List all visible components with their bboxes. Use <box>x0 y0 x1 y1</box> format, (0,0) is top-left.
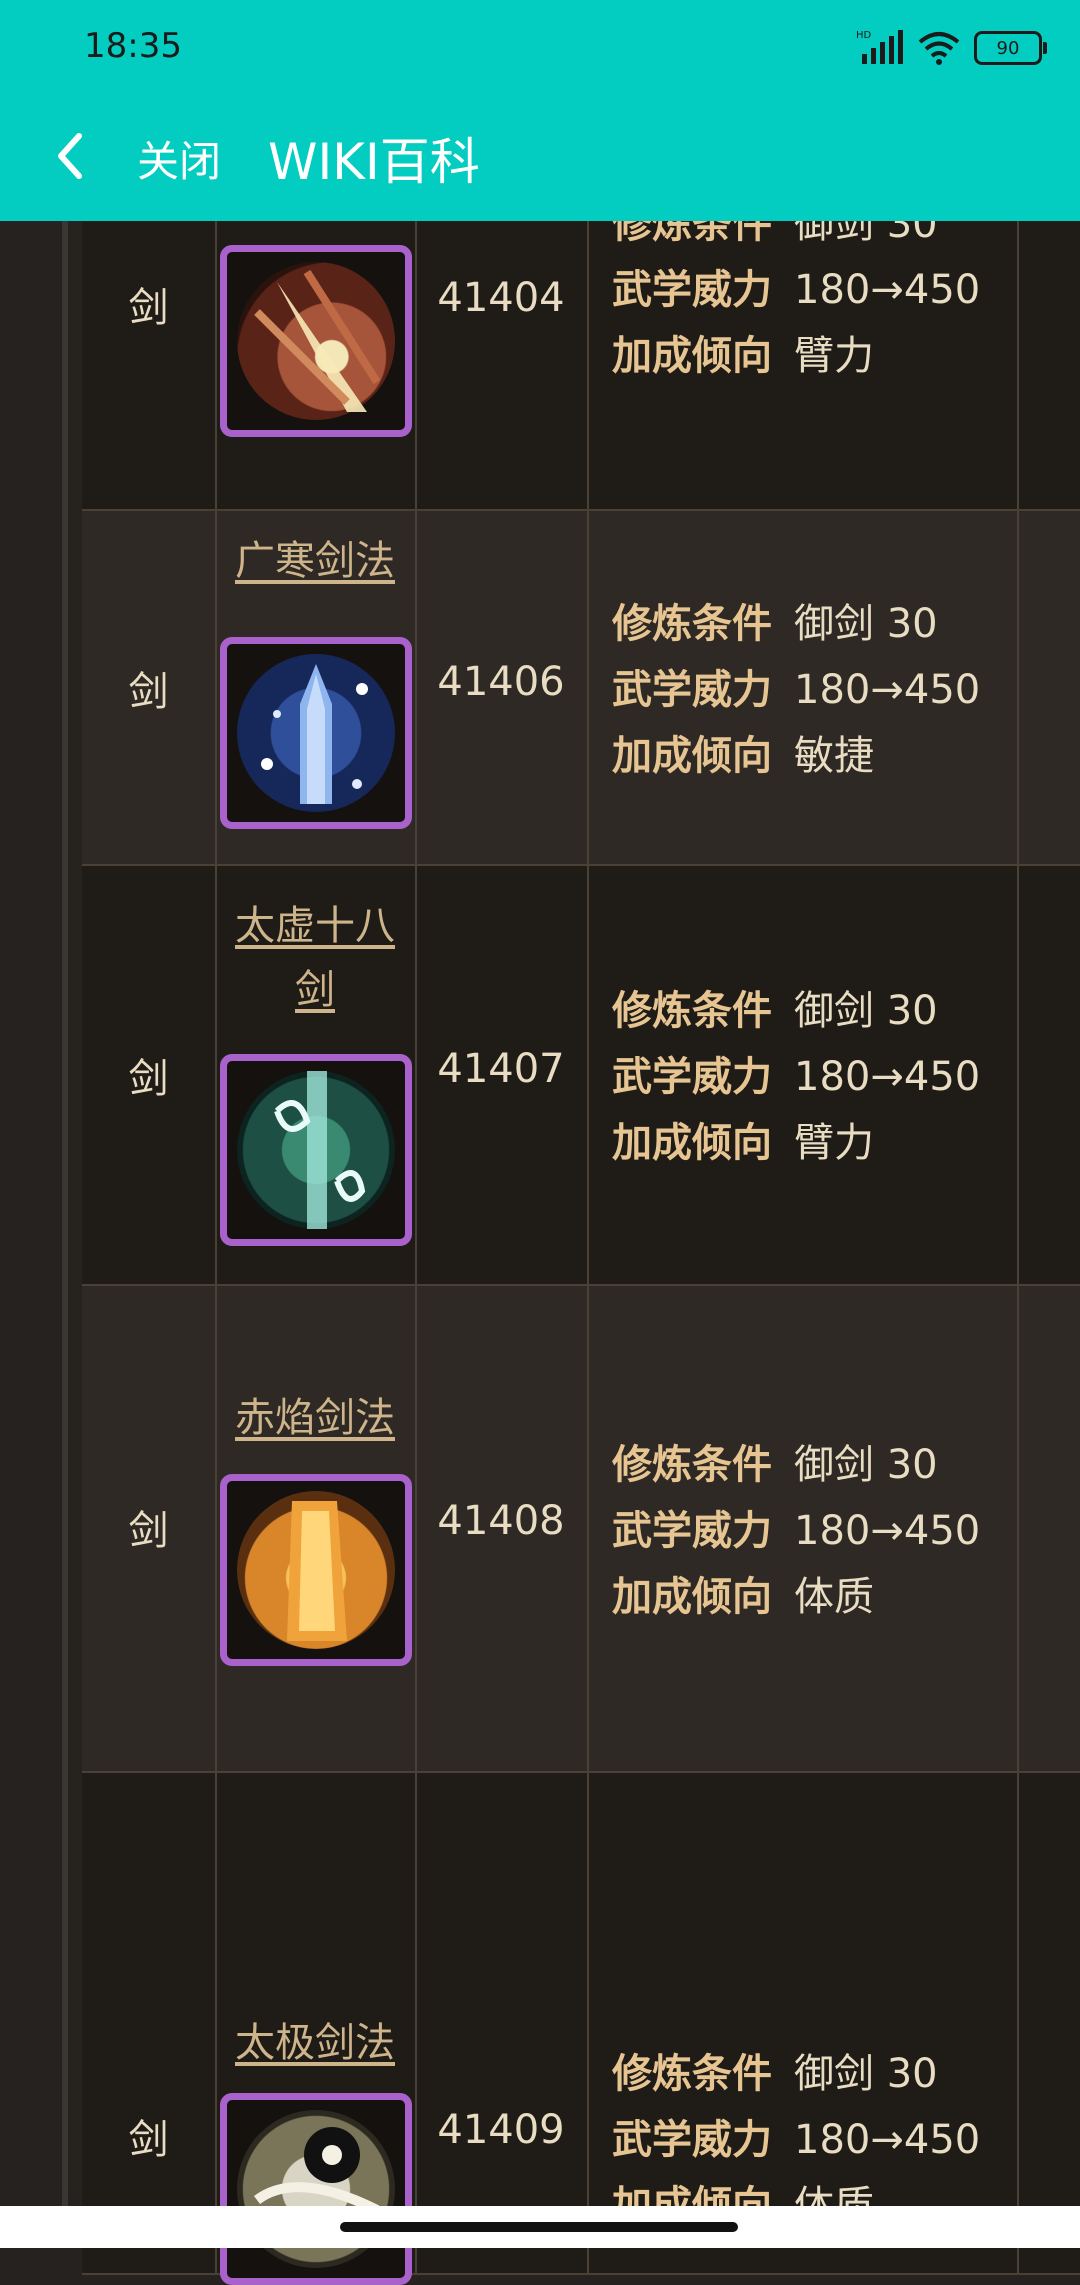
condition-value: 御剑 30 <box>794 601 938 647</box>
tendency-value: 敏捷 <box>794 733 874 779</box>
skill-name-link[interactable]: 太极剑法 <box>235 2020 395 2066</box>
signal-icon: HD <box>856 30 903 64</box>
condition-value: 御剑 30 <box>794 1442 938 1488</box>
condition-label: 修炼条件 <box>612 1442 772 1488</box>
flame-pillar-icon[interactable] <box>220 1474 412 1666</box>
weapon-type: 剑 <box>128 669 169 715</box>
power-label: 武学威力 <box>612 667 772 713</box>
battery-icon: 90 <box>974 31 1047 65</box>
table-row: 剑 广寒剑法 41406 修炼条件 御剑 30 武学威力 180→450 加成倾向敏… <box>82 511 1080 866</box>
ice-crystal-icon[interactable] <box>220 637 412 829</box>
condition-label: 修炼条件 <box>612 601 772 647</box>
tendency-label: 加成倾向 <box>612 1574 772 1620</box>
taiji-icon[interactable] <box>220 2093 412 2285</box>
skill-name-link[interactable]: 广寒剑法 <box>235 538 395 584</box>
power-value: 180→450 <box>794 267 981 313</box>
skill-id: 41404 <box>437 275 565 321</box>
skill-name-link[interactable]: 太虚十八剑 <box>235 903 395 1013</box>
power-label: 武学威力 <box>612 1508 772 1554</box>
weapon-type: 剑 <box>128 1056 169 1102</box>
tendency-value: 臂力 <box>794 1120 874 1166</box>
power-value: 180→450 <box>794 667 981 713</box>
page-title: WIKI百科 <box>268 133 480 191</box>
skill-attributes: 修炼条件 御剑 30 武学威力 180→450 加成倾向 敏捷 <box>612 591 980 789</box>
power-value: 180→450 <box>794 1054 981 1100</box>
skill-id: 41407 <box>437 1046 565 1092</box>
table-row: 剑 赤焰剑法 41408 修炼条件 御剑 30 武学威力 180→450 加成倾向体… <box>82 1286 1080 1773</box>
tendency-label: 加成倾向 <box>612 333 772 379</box>
battery-level: 90 <box>996 37 1020 59</box>
weapon-type: 剑 <box>128 2117 169 2163</box>
back-button[interactable] <box>40 116 100 196</box>
power-value: 180→450 <box>794 1508 981 1554</box>
home-indicator[interactable] <box>340 2222 738 2232</box>
green-vortex-icon[interactable] <box>220 1054 412 1246</box>
weapon-type: 剑 <box>128 1508 169 1554</box>
chevron-left-icon <box>58 133 82 179</box>
condition-value: 御剑 30 <box>794 2051 938 2097</box>
table-row: 剑 太虚十八剑 41407 修炼条件 御剑 30 武学威力 180→450 加成倾向… <box>82 866 1080 1286</box>
power-label: 武学威力 <box>612 1054 772 1100</box>
tendency-value: 体质 <box>794 1574 874 1620</box>
skill-id: 41409 <box>437 2107 565 2153</box>
power-label: 武学威力 <box>612 267 772 313</box>
status-icons: HD 90 <box>856 26 1047 70</box>
skill-id: 41408 <box>437 1498 565 1544</box>
skills-table: 剑 41404 修炼条件 御剑 30 武学威力 180→450 加成倾向 臂力 剑 广… <box>82 201 1080 2285</box>
app-header: 18:35 HD 90 关闭 WIKI百科 <box>0 0 1080 221</box>
table-row: 剑 41404 修炼条件 御剑 30 武学威力 180→450 加成倾向 臂力 <box>82 201 1080 511</box>
skill-name-link[interactable]: 赤焰剑法 <box>235 1395 395 1441</box>
skill-id: 41406 <box>437 659 565 705</box>
signal-badge: HD <box>856 30 872 41</box>
weapon-type: 剑 <box>128 285 169 331</box>
tendency-label: 加成倾向 <box>612 1120 772 1166</box>
condition-value: 御剑 30 <box>794 988 938 1034</box>
brown-slash-icon[interactable] <box>220 245 412 437</box>
close-button[interactable]: 关闭 <box>137 128 221 189</box>
wifi-icon <box>918 32 960 65</box>
skill-attributes: 修炼条件 御剑 30 武学威力 180→450 加成倾向 臂力 <box>612 978 980 1176</box>
skill-attributes: 修炼条件御剑 30 武学威力 180→450 加成倾向体质 <box>612 1432 980 1630</box>
tendency-value: 臂力 <box>794 333 874 379</box>
table-frame-left <box>62 221 68 2206</box>
table-row: 剑 太极剑法 41409 修炼条件御剑 30 武学威力180→450 加成倾向体… <box>82 1773 1080 2285</box>
power-label: 武学威力 <box>612 2117 772 2163</box>
condition-label: 修炼条件 <box>612 2051 772 2097</box>
tendency-label: 加成倾向 <box>612 733 772 779</box>
status-time: 18:35 <box>84 26 182 66</box>
condition-label: 修炼条件 <box>612 988 772 1034</box>
power-value: 180→450 <box>794 2117 981 2163</box>
